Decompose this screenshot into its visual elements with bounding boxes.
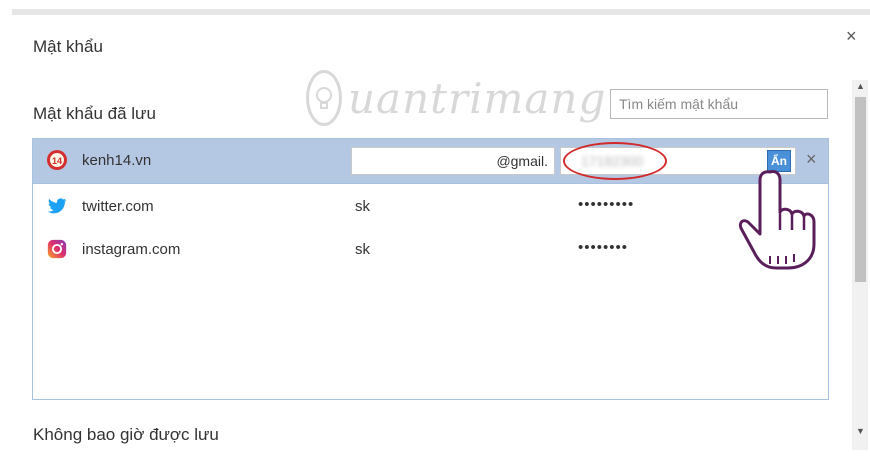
search-passwords-input[interactable] bbox=[610, 89, 828, 119]
instagram-icon bbox=[47, 239, 67, 259]
site-name: twitter.com bbox=[82, 198, 154, 215]
kenh14-icon: 14 bbox=[47, 150, 67, 170]
password-masked: ••••••••• bbox=[578, 196, 635, 213]
saved-passwords-list: 14 kenh14.vn @gmail. 17182300 Ẩn × twitt… bbox=[32, 138, 829, 400]
watermark-text: uantrimang bbox=[348, 73, 607, 123]
scroll-down-icon[interactable]: ▼ bbox=[856, 426, 865, 436]
password-row-kenh14[interactable]: 14 kenh14.vn @gmail. 17182300 Ẩn × bbox=[33, 139, 828, 184]
scroll-up-icon[interactable]: ▲ bbox=[856, 81, 865, 91]
password-row-instagram[interactable]: instagram.com sk •••••••• bbox=[33, 228, 828, 272]
never-saved-heading: Không bao giờ được lưu bbox=[33, 425, 219, 444]
close-icon[interactable]: × bbox=[846, 26, 857, 47]
username-field[interactable]: @gmail. bbox=[351, 147, 555, 175]
pointing-hand-icon bbox=[738, 170, 816, 270]
row-divider bbox=[33, 183, 828, 184]
scrollbar-thumb[interactable] bbox=[855, 97, 866, 282]
username: sk bbox=[355, 241, 370, 258]
password-masked: •••••••• bbox=[578, 239, 629, 256]
top-divider bbox=[12, 9, 870, 15]
dialog-title: Mật khẩu bbox=[33, 37, 103, 56]
password-row-twitter[interactable]: twitter.com sk ••••••••• bbox=[33, 185, 828, 229]
watermark-logo: uantrimang bbox=[306, 66, 606, 130]
delete-icon[interactable]: × bbox=[806, 149, 817, 170]
username: sk bbox=[355, 198, 370, 215]
twitter-icon bbox=[47, 198, 67, 214]
site-name: kenh14.vn bbox=[82, 152, 152, 169]
site-name: instagram.com bbox=[82, 241, 181, 258]
saved-passwords-heading: Mật khẩu đã lưu bbox=[33, 104, 156, 123]
lightbulb-icon bbox=[306, 70, 342, 126]
highlight-oval bbox=[563, 142, 667, 180]
svg-text:14: 14 bbox=[52, 156, 62, 166]
